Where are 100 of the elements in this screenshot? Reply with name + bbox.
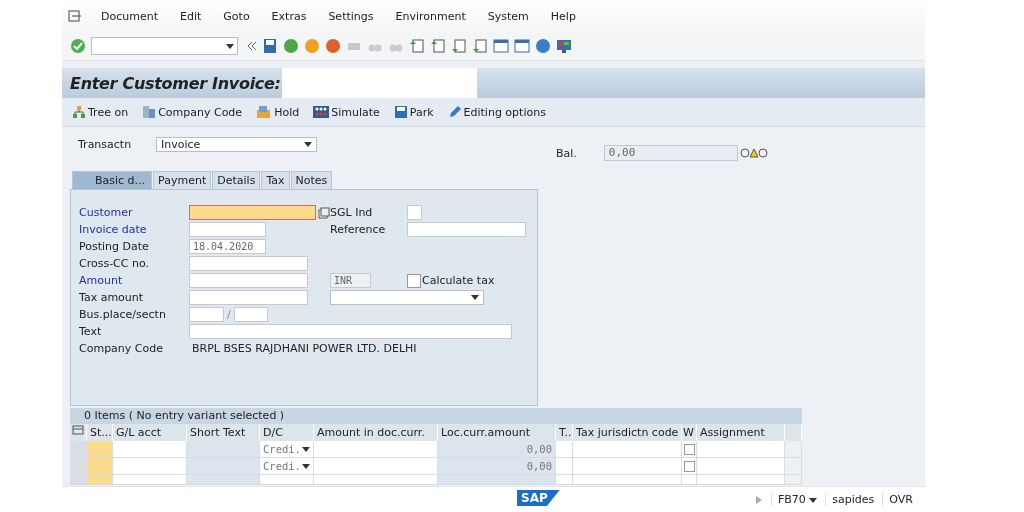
next-page-icon[interactable] [451, 38, 467, 54]
menu-icon[interactable] [68, 10, 82, 22]
table-cell[interactable] [573, 475, 682, 485]
table-cell[interactable] [314, 475, 438, 485]
menu-item[interactable]: Extras [260, 9, 318, 23]
table-cell[interactable] [697, 458, 785, 475]
input-field[interactable] [189, 324, 512, 339]
column-header[interactable]: Short Text [187, 424, 260, 441]
table-cell[interactable] [573, 441, 682, 458]
table-cell[interactable] [113, 475, 187, 485]
column-header[interactable]: D/C [260, 424, 314, 441]
field-label: Amount [79, 274, 123, 287]
caret-icon [304, 141, 312, 147]
table-cell[interactable] [314, 441, 438, 458]
menu-item[interactable]: Settings [317, 9, 385, 23]
menu-item[interactable]: Document [90, 9, 169, 23]
tab[interactable]: Tax [261, 171, 290, 189]
debit-credit-dropdown[interactable]: Credi. [260, 441, 314, 458]
column-header[interactable]: Tax jurisdictn code [573, 424, 682, 441]
input-field[interactable] [189, 222, 266, 237]
menu-item[interactable]: Help [539, 9, 587, 23]
table-cell[interactable] [314, 458, 438, 475]
table-cell[interactable] [113, 458, 187, 475]
table-cell[interactable] [556, 441, 573, 458]
table-cell[interactable] [573, 458, 682, 475]
tab[interactable]: Notes [290, 171, 333, 189]
input-field[interactable] [189, 290, 308, 305]
traffic-light-icon [739, 148, 768, 158]
status-cell [87, 441, 113, 458]
field-label: Company Code [79, 342, 163, 355]
input-field[interactable] [189, 256, 308, 271]
menu-item[interactable]: Environment [384, 9, 477, 23]
tab[interactable]: Basic d... [72, 171, 153, 189]
input-field[interactable] [189, 307, 224, 322]
toolbar-button[interactable]: Editing options [447, 105, 546, 119]
toolbar-button[interactable]: Tree on [72, 105, 129, 119]
transaction-dropdown[interactable]: Invoice [156, 136, 317, 152]
menu-item[interactable]: Goto [212, 9, 261, 23]
first-page-icon[interactable] [409, 38, 425, 54]
column-header[interactable]: G/L acct [113, 424, 187, 441]
field-label: Invoice date [79, 223, 147, 236]
column-header[interactable]: W [682, 424, 697, 441]
new-window-icon[interactable] [493, 38, 509, 54]
table-cell[interactable] [697, 475, 785, 485]
input-field[interactable]: 18.04.2020 [189, 239, 266, 254]
column-header[interactable]: St... [87, 424, 113, 441]
expand-icon[interactable] [755, 494, 763, 505]
previous-page-icon[interactable] [430, 38, 446, 54]
menu-item[interactable]: Edit [169, 9, 213, 23]
value-help-icon [318, 206, 330, 219]
menu-item[interactable]: System [476, 9, 540, 23]
simulate-icon [313, 105, 330, 119]
input-field[interactable] [189, 273, 308, 288]
toolbar-button[interactable]: Simulate [313, 105, 380, 119]
column-header[interactable]: T.. [556, 424, 573, 441]
tab[interactable]: Details [212, 171, 261, 189]
enter-icon[interactable] [70, 38, 86, 54]
status-cell [87, 458, 113, 475]
table-cell[interactable] [556, 475, 573, 485]
table-cell[interactable] [556, 458, 573, 475]
input-field[interactable] [189, 205, 316, 220]
input-mode: OVR [882, 493, 913, 506]
debit-credit-dropdown[interactable] [260, 475, 314, 485]
status-cell [87, 475, 113, 485]
shortcut-icon[interactable] [514, 38, 530, 54]
screen-title: Enter Customer Invoice: [70, 73, 282, 93]
tab[interactable]: Payment [153, 171, 212, 189]
column-settings-header[interactable] [785, 424, 802, 441]
field-label: Customer [79, 206, 133, 219]
select-all-icon[interactable] [70, 424, 87, 441]
table-cell[interactable] [187, 441, 260, 458]
input-field[interactable] [407, 205, 422, 220]
table-cell[interactable] [113, 441, 187, 458]
field-label: Cross-CC no. [79, 257, 149, 270]
toolbar-button[interactable]: Hold [256, 105, 300, 119]
column-header[interactable]: Assignment [697, 424, 785, 441]
caret-icon [226, 43, 234, 49]
dropdown[interactable] [330, 290, 484, 305]
last-page-icon[interactable] [472, 38, 488, 54]
transaction-code[interactable]: FB70 [771, 493, 818, 506]
currency-field[interactable]: INR [330, 273, 371, 288]
server-name: sapides [825, 493, 875, 506]
toolbar-button[interactable]: Company Code [142, 105, 243, 119]
command-field[interactable] [91, 37, 238, 55]
table-cell[interactable] [697, 441, 785, 458]
debit-credit-dropdown[interactable]: Credi. [260, 458, 314, 475]
checkbox[interactable] [407, 273, 421, 288]
field-label: Bus.place/sectn [79, 308, 166, 321]
toolbar-button[interactable]: Park [393, 105, 434, 119]
table-cell[interactable] [187, 458, 260, 475]
save-icon[interactable] [262, 38, 278, 54]
monitor-icon[interactable] [556, 38, 572, 54]
input-field[interactable] [233, 307, 268, 322]
row-selector[interactable] [70, 475, 87, 485]
field-label: Tax amount [79, 291, 144, 304]
input-field[interactable] [407, 222, 526, 237]
table-cell[interactable] [187, 475, 260, 485]
column-header[interactable]: Amount in doc.curr. [314, 424, 438, 441]
separator: / [227, 308, 231, 321]
column-header[interactable]: Loc.curr.amount [438, 424, 556, 441]
